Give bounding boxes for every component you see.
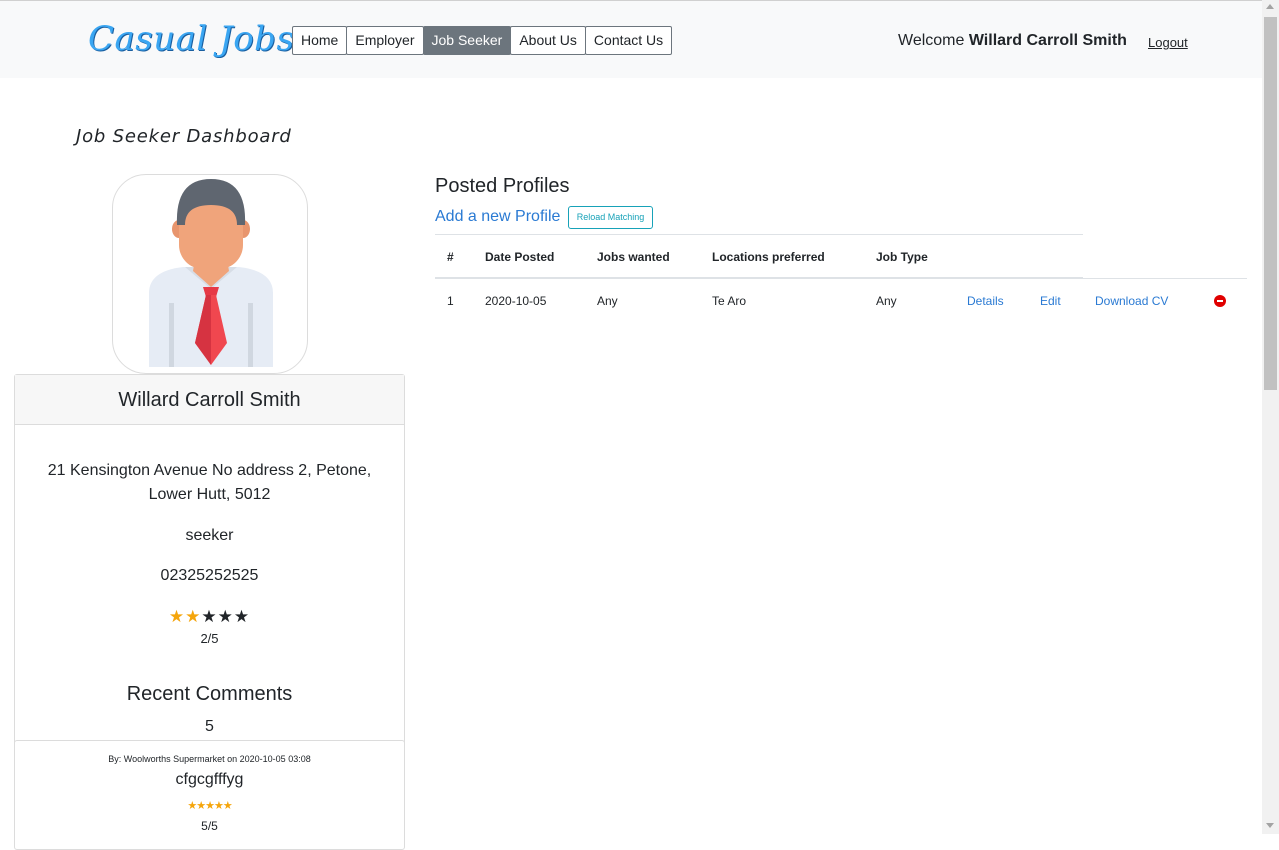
star-filled-icon: ★ <box>205 800 215 812</box>
star-filled-icon: ★ <box>187 800 197 812</box>
businessman-avatar-icon <box>149 179 273 367</box>
scroll-up-arrow-icon[interactable] <box>1266 4 1274 9</box>
add-profile-link[interactable]: Add a new Profile <box>435 208 560 226</box>
nav-employer-button[interactable]: Employer <box>346 26 424 55</box>
star-empty-icon: ★ <box>201 607 218 626</box>
welcome-message: Welcome Willard Carroll Smith <box>898 32 1127 50</box>
welcome-prefix: Welcome <box>898 32 965 49</box>
address-line-1: 21 Kensington Avenue No address 2, Peton… <box>47 462 372 479</box>
nav-contact-button[interactable]: Contact Us <box>584 26 673 55</box>
star-filled-icon: ★ <box>168 607 186 626</box>
navbar: Casual Jobs Home Employer Job Seeker Abo… <box>0 1 1262 78</box>
col-header-job-type: Job Type <box>876 250 928 264</box>
col-header-jobs-wanted: Jobs wanted <box>597 250 670 264</box>
logout-link[interactable]: Logout <box>1148 35 1188 50</box>
reload-matching-button[interactable]: Reload Matching <box>568 206 653 229</box>
scroll-down-arrow-icon[interactable] <box>1266 823 1274 828</box>
profile-rating-text: 2/5 <box>200 631 219 646</box>
cell-jobs-wanted: Any <box>597 294 618 308</box>
delete-icon[interactable] <box>1214 295 1226 307</box>
col-header-date-posted: Date Posted <box>485 250 555 264</box>
posted-profiles-title: Posted Profiles <box>435 175 570 197</box>
table-top-border <box>435 234 1083 235</box>
recent-comments-title: Recent Comments <box>126 683 293 705</box>
cell-job-type: Any <box>876 294 897 308</box>
comment-meta: By: Woolworths Supermarket on 2020-10-05… <box>108 754 311 764</box>
nav-home-button[interactable]: Home <box>292 26 348 55</box>
profile-phone: 02325252525 <box>160 567 259 584</box>
welcome-user-name: Willard Carroll Smith <box>968 32 1127 49</box>
profile-rating-stars: ★★★★★ <box>15 607 404 627</box>
star-filled-icon: ★ <box>185 607 202 626</box>
details-link[interactable]: Details <box>967 294 1004 308</box>
nav-about-button[interactable]: About Us <box>510 26 586 55</box>
main-nav: Home Employer Job Seeker About Us Contac… <box>292 26 673 55</box>
edit-link[interactable]: Edit <box>1040 294 1061 308</box>
cell-locations: Te Aro <box>712 294 747 308</box>
star-filled-icon: ★ <box>222 800 233 812</box>
comment-rating-stars: ★★★★★ <box>15 799 404 812</box>
avatar <box>112 174 308 374</box>
profile-address: 21 Kensington Avenue No address 2, Peton… <box>15 459 404 507</box>
cell-date-posted: 2020-10-05 <box>485 294 547 308</box>
comment-text: cfgcgfffyg <box>175 771 244 788</box>
brand-logo[interactable]: Casual Jobs <box>88 19 294 59</box>
nav-job-seeker-button[interactable]: Job Seeker <box>422 26 512 55</box>
dashboard-title: Job Seeker Dashboard <box>76 126 292 147</box>
col-header-number: # <box>447 250 454 264</box>
download-cv-link[interactable]: Download CV <box>1095 294 1168 308</box>
table-header-border <box>435 277 1083 279</box>
star-filled-icon: ★ <box>196 800 206 812</box>
table-row-border <box>1083 278 1247 279</box>
profile-name: Willard Carroll Smith <box>15 375 404 425</box>
recent-comments-count: 5 <box>205 718 214 735</box>
profile-card: Willard Carroll Smith 21 Kensington Aven… <box>14 374 405 850</box>
cell-number: 1 <box>447 294 454 308</box>
comment-rating-text: 5/5 <box>201 819 218 833</box>
col-header-locations: Locations preferred <box>712 250 825 264</box>
star-filled-icon: ★ <box>213 800 224 812</box>
star-empty-icon: ★ <box>217 607 234 626</box>
profile-role: seeker <box>185 527 234 544</box>
scrollbar-thumb[interactable] <box>1264 17 1277 390</box>
star-empty-icon: ★ <box>233 607 251 626</box>
address-line-2: Lower Hutt, 5012 <box>148 486 271 503</box>
